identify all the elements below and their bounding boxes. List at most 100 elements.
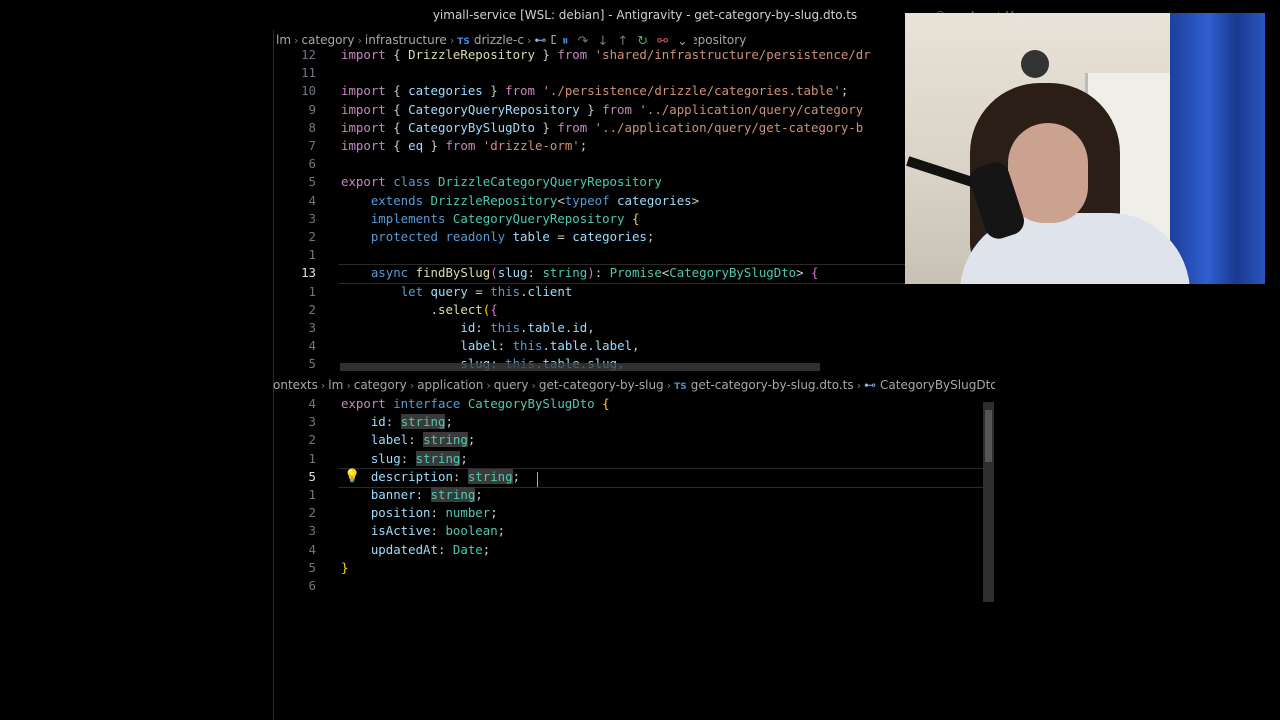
line-number: 2: [308, 301, 316, 317]
code-token: :: [594, 265, 610, 281]
lightbulb-icon[interactable]: 💡: [344, 469, 360, 484]
breadcrumb-item[interactable]: ontexts: [273, 378, 318, 392]
code-token: import: [341, 119, 394, 135]
horizontal-scrollbar[interactable]: [340, 363, 820, 371]
line-number: 5: [308, 174, 316, 190]
code-token: {: [393, 138, 409, 153]
code-token: :: [452, 468, 468, 484]
webcam-lamp: [1021, 50, 1049, 78]
chevron-right-icon: ›: [486, 379, 491, 392]
line-number: 3: [308, 523, 316, 539]
code-line: 3 id: this.table.id,: [274, 319, 984, 337]
breadcrumb-file[interactable]: get-category-by-slug.dto.ts: [691, 378, 854, 392]
code-token: {: [393, 119, 409, 135]
code-token: updatedAt: [370, 541, 438, 557]
code-token: :: [408, 432, 424, 448]
breadcrumb-symbol[interactable]: CategoryBySlugDto: [880, 378, 995, 392]
webcam-overlay: [905, 13, 1265, 284]
line-number: 11: [301, 65, 316, 81]
code-token: CategoryBySlugDto: [669, 265, 797, 281]
breadcrumb-item[interactable]: lm: [328, 378, 343, 392]
breadcrumb-item[interactable]: infrastructure: [365, 33, 447, 47]
code-token: }: [579, 101, 603, 117]
code-token: :: [400, 450, 416, 466]
breadcrumb-item[interactable]: lm: [276, 33, 291, 47]
chevron-right-icon: ›: [320, 379, 326, 392]
top-code-editor[interactable]: 12 import { DrizzleRepository } from 'sha…: [274, 46, 984, 372]
code-line: 3 isActive: boolean;: [274, 522, 984, 540]
code-token: './persistence/drizzle/categories.table': [542, 83, 841, 99]
code-token: string: [423, 432, 468, 448]
code-line: 5 export class DrizzleCategoryQueryReposi…: [274, 173, 984, 191]
code-token: label: [594, 338, 632, 354]
code-line: 4 updatedAt: Date;: [274, 541, 984, 559]
code-token: string: [430, 487, 476, 502]
code-line: 2 protected readonly table = categories;: [274, 228, 984, 246]
typescript-file-icon: TS: [674, 382, 687, 392]
bottom-code-editor[interactable]: 4 export interface CategoryBySlugDto {3 i…: [274, 395, 984, 605]
code-token: import: [341, 47, 394, 62]
code-token: ;: [646, 229, 655, 244]
breadcrumb-item[interactable]: category: [354, 378, 407, 392]
line-number: 4: [308, 338, 316, 354]
code-token: this: [512, 338, 543, 354]
line-number: 1: [308, 487, 316, 502]
code-token: }: [341, 559, 349, 575]
breadcrumb-item[interactable]: application: [417, 378, 483, 392]
line-number: 1: [308, 450, 316, 466]
breadcrumb-file[interactable]: drizzle-c: [474, 33, 524, 47]
webcam-curtain: [1170, 13, 1265, 284]
code-text: description: string;: [341, 468, 520, 486]
breadcrumb-item[interactable]: query: [494, 378, 529, 392]
code-token: {: [811, 265, 819, 281]
breadcrumb-item[interactable]: get-category-by-slug: [539, 378, 664, 392]
code-token: CategoryBySlugDto: [408, 119, 535, 135]
line-number: 6: [308, 156, 316, 172]
code-token: table: [512, 229, 550, 244]
code-token: Date: [452, 541, 483, 557]
code-token: {: [631, 210, 640, 226]
chevron-right-icon: ›: [346, 379, 351, 392]
code-token: {: [393, 101, 409, 117]
chevron-right-icon: ›: [666, 379, 672, 392]
code-line: 9 import { CategoryQueryRepository } from…: [274, 101, 984, 119]
code-token: categories: [408, 83, 483, 99]
code-token: }: [482, 83, 506, 99]
code-line: 4 extends DrizzleRepository<typeof categ…: [274, 192, 984, 210]
code-token: this: [490, 320, 521, 335]
code-text: }: [341, 559, 348, 577]
code-token: slug: [370, 450, 401, 466]
code-text: banner: string;: [341, 486, 483, 504]
vertical-scrollbar[interactable]: [983, 402, 994, 602]
breadcrumb-item[interactable]: category: [301, 33, 354, 47]
code-token: table: [549, 338, 588, 354]
code-token: ;: [482, 541, 491, 557]
code-token: ;: [467, 432, 476, 448]
code-token: <: [557, 192, 565, 208]
symbol-class-icon: ⊷: [864, 378, 876, 392]
code-token: .: [520, 320, 528, 335]
code-token: client: [527, 283, 573, 299]
code-token: eq: [408, 138, 424, 153]
code-line: 7 import { eq } from 'drizzle-orm';: [274, 137, 984, 155]
code-token: ;: [497, 523, 506, 539]
code-token: :: [475, 320, 491, 335]
code-token: :: [430, 523, 446, 539]
code-token: string: [400, 414, 446, 430]
code-token: :: [430, 505, 446, 521]
code-token: description: [370, 468, 453, 484]
code-token: from: [445, 138, 483, 153]
code-token: 'drizzle-orm': [482, 138, 580, 153]
line-number: 8: [308, 119, 316, 135]
code-token: number: [445, 505, 491, 521]
code-token: categories: [617, 192, 692, 208]
code-line: 4 label: this.table.label,: [274, 337, 984, 355]
code-text: slug: string;: [341, 450, 468, 468]
code-token: this: [490, 283, 521, 299]
code-token: banner: [370, 487, 416, 502]
scrollbar-thumb[interactable]: [985, 410, 992, 462]
